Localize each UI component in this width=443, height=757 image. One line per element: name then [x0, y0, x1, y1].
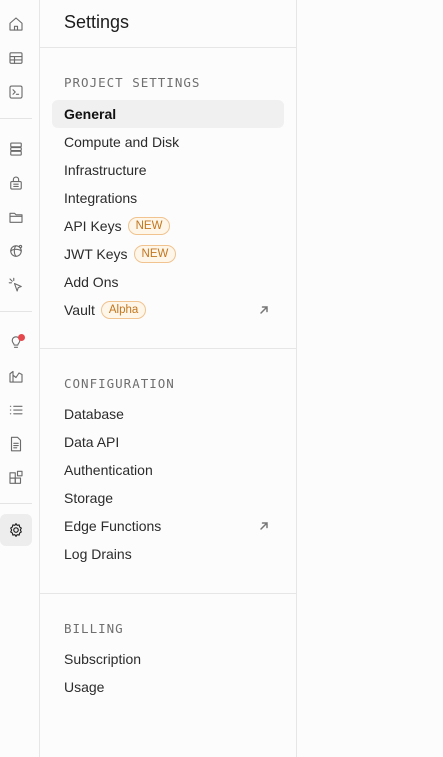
nav-item-label: Subscription: [64, 651, 142, 667]
nav-item-integrations[interactable]: Integrations: [52, 184, 284, 212]
nav-item-label: API Keys: [64, 218, 122, 234]
nav-item-add-ons[interactable]: Add Ons: [52, 268, 284, 296]
main-content-area: [297, 0, 443, 757]
notification-dot: [18, 334, 25, 341]
api-docs-icon[interactable]: [0, 428, 32, 460]
external-link-icon: [258, 303, 270, 315]
database-icon[interactable]: [0, 133, 32, 165]
panel-divider: [40, 348, 297, 349]
page-title: Settings: [64, 12, 130, 32]
nav-item-label: Log Drains: [64, 546, 132, 562]
logs-list-icon[interactable]: [0, 394, 32, 426]
panel-divider: [40, 47, 297, 48]
table-editor-icon[interactable]: [0, 42, 32, 74]
nav-item-label: Edge Functions: [64, 518, 162, 534]
new-badge: NEW: [127, 217, 171, 235]
new-badge: NEW: [133, 245, 177, 263]
nav-item-label: General: [64, 106, 117, 122]
nav-item-label: Data API: [64, 434, 120, 450]
nav-item-label: Vault: [64, 302, 95, 318]
nav-item-compute-and-disk[interactable]: Compute and Disk: [52, 128, 284, 156]
nav-item-label: Compute and Disk: [64, 134, 180, 150]
storage-folder-icon[interactable]: [0, 201, 32, 233]
nav-item-edge-functions[interactable]: Edge Functions: [52, 512, 284, 540]
nav-item-infrastructure[interactable]: Infrastructure: [52, 156, 284, 184]
external-link-icon: [258, 519, 270, 531]
nav-item-label: Authentication: [64, 462, 153, 478]
icon-rail: [0, 0, 40, 757]
nav-item-label: Infrastructure: [64, 162, 147, 178]
nav-item-data-api[interactable]: Data API: [52, 428, 284, 456]
settings-panel: Settings PROJECT SETTINGS General Comput…: [40, 0, 297, 757]
nav-item-api-keys[interactable]: API Keys NEW: [52, 212, 284, 240]
rail-divider: [0, 311, 32, 312]
advisors-lightbulb-icon[interactable]: [0, 326, 32, 358]
nav-item-vault[interactable]: Vault Alpha: [52, 296, 284, 324]
auth-lock-icon[interactable]: [0, 167, 32, 199]
nav-item-usage[interactable]: Usage: [52, 673, 284, 701]
nav-item-label: Database: [64, 406, 124, 422]
rail-divider: [0, 503, 32, 504]
nav-item-jwt-keys[interactable]: JWT Keys NEW: [52, 240, 284, 268]
integrations-blocks-icon[interactable]: [0, 462, 32, 494]
nav-item-general[interactable]: General: [52, 100, 284, 128]
panel-divider: [40, 593, 297, 594]
section-label-project-settings: PROJECT SETTINGS: [64, 75, 201, 90]
nav-item-storage[interactable]: Storage: [52, 484, 284, 512]
home-icon[interactable]: [0, 8, 32, 40]
settings-gear-icon[interactable]: [0, 514, 32, 546]
nav-item-label: Integrations: [64, 190, 138, 206]
section-label-billing: BILLING: [64, 621, 124, 636]
nav-item-subscription[interactable]: Subscription: [52, 645, 284, 673]
nav-item-label: Add Ons: [64, 274, 119, 290]
nav-item-label: Storage: [64, 490, 114, 506]
nav-item-log-drains[interactable]: Log Drains: [52, 540, 284, 568]
alpha-badge: Alpha: [100, 301, 147, 319]
nav-item-authentication[interactable]: Authentication: [52, 456, 284, 484]
nav-item-label: JWT Keys: [64, 246, 128, 262]
nav-item-label: Usage: [64, 679, 105, 695]
rail-divider: [0, 118, 32, 119]
realtime-icon[interactable]: [0, 235, 32, 267]
sql-editor-icon[interactable]: [0, 76, 32, 108]
section-label-configuration: CONFIGURATION: [64, 376, 175, 391]
nav-item-database[interactable]: Database: [52, 400, 284, 428]
edge-functions-cursor-icon[interactable]: [0, 269, 32, 301]
reports-chart-icon[interactable]: [0, 360, 32, 392]
